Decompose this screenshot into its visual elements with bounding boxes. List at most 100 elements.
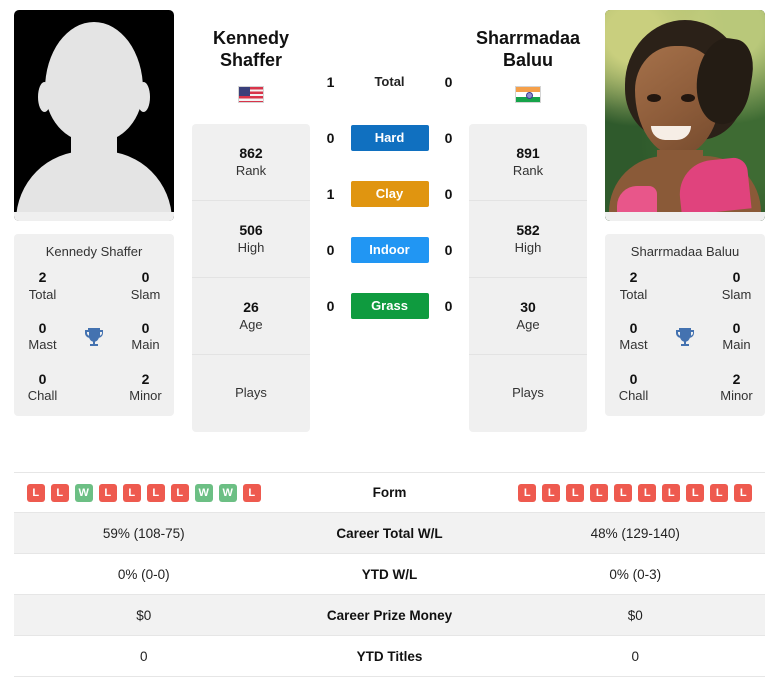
right-player-column: Sharrmadaa Baluu 2 Total 0 Slam 0 Mast 0… xyxy=(605,10,765,417)
surface-chip-hard[interactable]: Hard xyxy=(350,125,429,151)
h2h-left-grass: 0 xyxy=(326,298,335,314)
table-row-ytd-titles: 0 YTD Titles 0 xyxy=(14,636,765,677)
h2h-row-grass: 0 Grass 0 xyxy=(310,292,469,320)
form-badge-l: L xyxy=(590,483,609,502)
table-row-form: LLWLLLLWWL Form LLLLLLLLLL xyxy=(14,472,765,513)
right-career-total-wl: 48% (129-140) xyxy=(590,525,680,541)
left-player-column: Kennedy Shaffer 2 Total 0 Slam 0 Mast 0 … xyxy=(14,10,174,417)
left-titles-slam: 0 Slam xyxy=(130,269,161,302)
right-age: 30 Age xyxy=(469,278,587,355)
right-ytd-titles: 0 xyxy=(631,648,639,664)
avatar-placeholder-icon xyxy=(14,10,174,221)
right-player-name[interactable]: Sharrmadaa Baluu xyxy=(469,10,587,72)
left-form-cell: LLWLLLLWWL xyxy=(14,483,274,502)
form-badge-l: L xyxy=(242,483,261,502)
right-high-rank: 582 High xyxy=(469,201,587,278)
right-player-card-name: Sharrmadaa Baluu xyxy=(630,244,740,259)
right-ytd-wl: 0% (0-3) xyxy=(609,566,662,582)
comparison-header: Kennedy Shaffer 2 Total 0 Slam 0 Mast 0 … xyxy=(0,0,779,472)
table-row-career-total-wl: 59% (108-75) Career Total W/L 48% (129-1… xyxy=(14,513,765,554)
grid-spacer xyxy=(71,285,117,286)
form-badge-l: L xyxy=(710,483,729,502)
left-rank: 862 Rank xyxy=(192,124,310,201)
form-badge-l: L xyxy=(638,483,657,502)
player-portrait-image xyxy=(605,10,765,221)
left-ytd-wl: 0% (0-0) xyxy=(117,566,170,582)
surface-chip-indoor[interactable]: Indoor xyxy=(350,237,429,263)
h2h-right-total: 0 xyxy=(444,74,453,90)
grid-spacer xyxy=(662,387,708,388)
h2h-right-hard: 0 xyxy=(444,130,453,146)
row-label-career-prize-money: Career Prize Money xyxy=(326,607,453,623)
form-badge-l: L xyxy=(734,483,753,502)
left-age: 26 Age xyxy=(192,278,310,355)
right-player-titles-card: Sharrmadaa Baluu 2 Total 0 Slam 0 Mast 0… xyxy=(605,234,765,417)
h2h-left-indoor: 0 xyxy=(326,242,335,258)
left-titles-total: 2 Total xyxy=(28,269,57,302)
surface-chip-clay[interactable]: Clay xyxy=(350,181,429,207)
trophy-icon xyxy=(662,325,708,349)
form-badge-w: W xyxy=(194,483,213,502)
comparison-table: LLWLLLLWWL Form LLLLLLLLLL 59% (108-75) … xyxy=(0,472,779,677)
form-badge-l: L xyxy=(98,483,117,502)
left-player-info-column: Kennedy Shaffer 862 Rank 506 High 26 Age xyxy=(192,10,310,432)
form-badge-l: L xyxy=(542,483,561,502)
row-label-career-total-wl: Career Total W/L xyxy=(336,525,443,541)
left-titles-chall: 0 Chall xyxy=(27,370,58,404)
left-player-rank-card: 862 Rank 506 High 26 Age Plays xyxy=(192,123,310,432)
right-form-badges: LLLLLLLLLL xyxy=(506,483,766,502)
row-label-form: Form xyxy=(372,485,407,500)
right-rank: 891 Rank xyxy=(469,124,587,201)
h2h-left-hard: 0 xyxy=(326,130,335,146)
form-badge-l: L xyxy=(122,483,141,502)
table-row-career-prize-money: $0 Career Prize Money $0 xyxy=(14,595,765,636)
form-badge-l: L xyxy=(50,483,69,502)
left-player-titles-card: Kennedy Shaffer 2 Total 0 Slam 0 Mast 0 … xyxy=(14,234,174,417)
right-player-photo xyxy=(605,10,765,221)
h2h-label-total: Total xyxy=(374,74,405,89)
left-form-badges: LLWLLLLWWL xyxy=(14,483,274,502)
left-player-flag xyxy=(192,82,310,108)
right-player-info-column: Sharrmadaa Baluu 891 Rank 582 High 30 Ag… xyxy=(469,10,587,432)
h2h-row-clay: 1 Clay 0 xyxy=(310,180,469,208)
us-flag-icon xyxy=(238,85,264,103)
row-label-ytd-wl: YTD W/L xyxy=(361,566,418,582)
left-titles-minor: 2 Minor xyxy=(129,370,162,404)
h2h-left-clay: 1 xyxy=(326,186,335,202)
left-player-name[interactable]: Kennedy Shaffer xyxy=(192,10,310,72)
form-badge-l: L xyxy=(26,483,45,502)
form-badge-l: L xyxy=(614,483,633,502)
grid-spacer xyxy=(71,387,117,388)
right-player-flag xyxy=(469,82,587,108)
right-titles-chall: 0 Chall xyxy=(618,370,649,404)
right-titles-slam: 0 Slam xyxy=(721,269,752,302)
left-ytd-titles: 0 xyxy=(139,648,148,664)
form-badge-l: L xyxy=(518,483,537,502)
left-plays: Plays xyxy=(235,385,267,401)
trophy-icon xyxy=(71,325,117,349)
right-titles-total: 2 Total xyxy=(619,269,648,302)
left-high-rank: 506 High xyxy=(192,201,310,278)
grid-spacer xyxy=(662,285,708,286)
h2h-row-hard: 0 Hard 0 xyxy=(310,124,469,152)
h2h-right-clay: 0 xyxy=(444,186,453,202)
table-row-ytd-wl: 0% (0-0) YTD W/L 0% (0-3) xyxy=(14,554,765,595)
left-career-prize-money: $0 xyxy=(136,607,152,623)
left-titles-mast: 0 Mast xyxy=(28,319,57,353)
right-career-prize-money: $0 xyxy=(627,607,643,623)
h2h-right-indoor: 0 xyxy=(444,242,453,258)
right-titles-mast: 0 Mast xyxy=(619,319,648,353)
form-badge-l: L xyxy=(146,483,165,502)
form-badge-l: L xyxy=(170,483,189,502)
right-titles-main: 0 Main xyxy=(722,319,751,353)
head-to-head-column: 1 Total 0 0 Hard 0 1 Clay 0 0 Indoor 0 0 xyxy=(310,10,469,320)
india-flag-icon xyxy=(515,85,541,103)
surface-chip-grass[interactable]: Grass xyxy=(350,293,429,319)
row-label-ytd-titles: YTD Titles xyxy=(356,648,423,664)
h2h-left-total: 1 xyxy=(326,74,335,90)
player-comparison-page: Kennedy Shaffer 2 Total 0 Slam 0 Mast 0 … xyxy=(0,0,779,699)
h2h-row-total: 1 Total 0 xyxy=(310,68,469,96)
h2h-row-indoor: 0 Indoor 0 xyxy=(310,236,469,264)
form-badge-l: L xyxy=(686,483,705,502)
left-titles-main: 0 Main xyxy=(131,319,160,353)
